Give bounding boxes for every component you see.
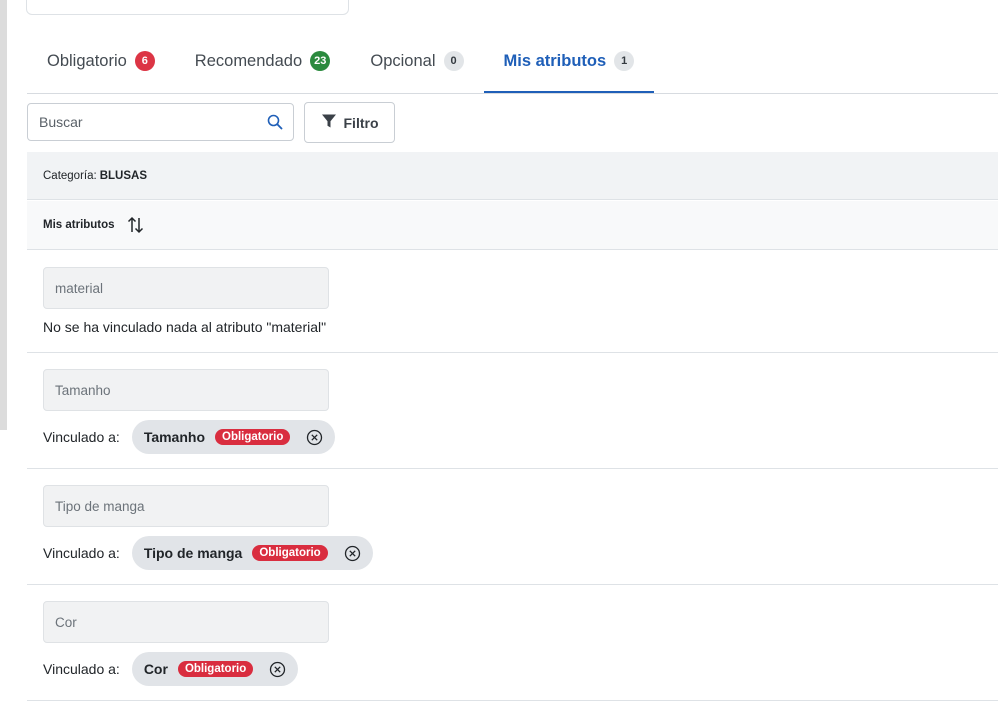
linked-attribute-chip: Cor Obligatorio [131,652,299,686]
tab-label: Obligatorio [47,51,127,70]
attribute-tabs: Obligatorio 6 Recomendado 23 Opcional 0 … [27,30,998,94]
linked-label: Vinculado a: [43,545,120,561]
filter-button[interactable]: Filtro [304,102,395,143]
attribute-name-field[interactable]: Tamanho [43,369,329,411]
attribute-name-field[interactable]: Tipo de manga [43,485,329,527]
search-input[interactable] [28,104,259,140]
required-badge: Obligatorio [177,661,254,677]
attribute-row: Cor Vinculado a: Cor Obligatorio [27,585,998,701]
column-header: Mis atributos [27,201,998,250]
search-box [27,103,294,141]
tab-label: Mis atributos [503,51,607,70]
tab-opcional[interactable]: Opcional 0 [350,30,483,92]
remove-link-icon[interactable] [306,429,323,446]
count-badge: 1 [614,51,635,71]
linked-row: Vinculado a: Tipo de manga Obligatorio [43,536,373,570]
attribute-row: Tamanho Vinculado a: Tamanho Obligatorio [27,353,998,469]
tab-obligatorio[interactable]: Obligatorio 6 [27,30,175,92]
tab-recomendado[interactable]: Recomendado 23 [175,30,351,92]
linked-label: Vinculado a: [43,429,120,445]
tab-label: Opcional [370,51,436,70]
top-partial-field[interactable] [26,0,349,15]
required-badge: Obligatorio [215,429,291,445]
required-badge: Obligatorio [252,545,328,561]
tab-label: Recomendado [194,51,303,70]
attribute-row: Tipo de manga Vinculado a: Tipo de manga… [27,469,998,585]
category-value: BLUSAS [99,169,147,182]
count-badge: 0 [443,51,464,71]
filter-label: Filtro [343,114,379,131]
linked-attribute-chip: Tipo de manga Obligatorio [131,536,373,570]
chip-name: Cor [143,661,168,677]
chip-name: Tamanho [143,429,206,445]
remove-link-icon[interactable] [344,545,361,562]
left-scroll-strip [0,0,7,430]
column-header-label: Mis atributos [43,219,115,231]
linked-row: Vinculado a: Tamanho Obligatorio [43,420,336,454]
category-label: Categoría: [43,169,97,182]
search-icon[interactable] [267,114,283,135]
linked-row: Vinculado a: Cor Obligatorio [43,652,299,686]
count-badge: 6 [134,51,155,71]
sort-icon[interactable] [127,216,145,234]
linked-label: Vinculado a: [43,661,120,677]
tab-mis-atributos[interactable]: Mis atributos 1 [483,30,655,93]
count-badge: 23 [310,51,331,71]
linked-attribute-chip: Tamanho Obligatorio [131,420,336,454]
remove-link-icon[interactable] [269,661,286,678]
chip-name: Tipo de manga [143,545,243,561]
attribute-row: material No se ha vinculado nada al atri… [27,251,998,353]
unlinked-message: No se ha vinculado nada al atributo "mat… [43,319,327,335]
filter-icon [321,113,337,132]
category-row: Categoría: BLUSAS [27,152,998,200]
attribute-name-field[interactable]: Cor [43,601,329,643]
attribute-name-field[interactable]: material [43,267,329,309]
